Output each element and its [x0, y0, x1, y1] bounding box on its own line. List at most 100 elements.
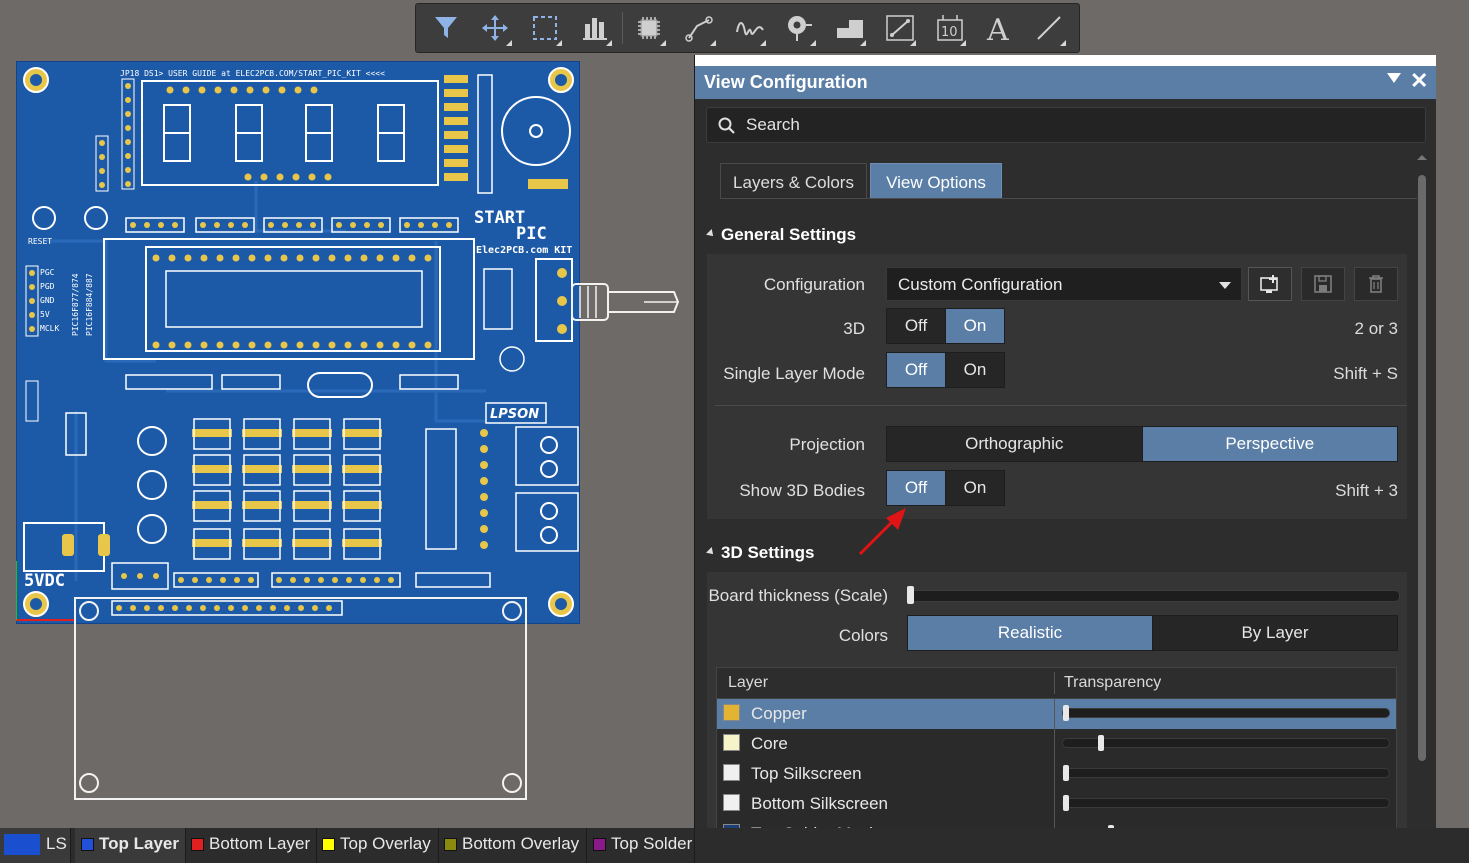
show-3d-bodies-off-option[interactable]: Off — [887, 471, 945, 505]
layer-color-swatch[interactable] — [723, 704, 740, 721]
dimension-icon[interactable] — [878, 8, 918, 48]
general-settings-header[interactable]: General Settings — [706, 225, 856, 245]
collapse-icon — [706, 228, 716, 239]
layer-name: Core — [751, 734, 788, 753]
add-config-icon — [1260, 275, 1278, 293]
component-icon[interactable] — [628, 8, 668, 48]
3d-toggle[interactable]: Off On — [886, 308, 1005, 344]
transparency-slider-thumb[interactable] — [1063, 765, 1069, 781]
3d-off-option[interactable]: Off — [887, 309, 945, 343]
single-layer-mode-toggle[interactable]: Off On — [886, 352, 1005, 388]
table-row[interactable]: Copper — [717, 699, 1396, 729]
show-3d-bodies-on-option[interactable]: On — [945, 471, 1004, 505]
close-icon[interactable]: ✕ — [1410, 68, 1428, 94]
string-number-icon[interactable]: 10 — [928, 8, 968, 48]
potentiometer-shaft — [571, 283, 680, 321]
scrollbar-thumb[interactable] — [1418, 175, 1426, 761]
perspective-option[interactable]: Perspective — [1141, 427, 1397, 461]
text-icon[interactable]: A — [978, 8, 1018, 48]
interactive-route-icon[interactable] — [728, 8, 768, 48]
add-configuration-button[interactable] — [1248, 267, 1292, 301]
svg-text:PIC16F884/887: PIC16F884/887 — [85, 273, 94, 336]
transparency-slider[interactable] — [1062, 768, 1390, 778]
layer-tab-bottom-layer[interactable]: Bottom Layer — [185, 828, 317, 863]
layer-color-swatch[interactable] — [723, 794, 740, 811]
orthographic-option[interactable]: Orthographic — [887, 427, 1142, 461]
transparency-slider-thumb[interactable] — [1063, 795, 1069, 811]
filter-icon[interactable] — [426, 8, 466, 48]
select-rect-icon[interactable] — [524, 8, 564, 48]
board-thickness-label: Board thickness (Scale) — [708, 586, 888, 605]
board-thickness-slider[interactable] — [908, 590, 1400, 602]
transparency-slider[interactable] — [1062, 708, 1390, 718]
pcb-header-text: JP18 DS1> USER GUIDE at ELEC2PCB.COM/STA… — [120, 69, 385, 78]
table-row[interactable]: Bottom Silkscreen — [717, 789, 1396, 819]
3d-settings-header[interactable]: 3D Settings — [706, 543, 815, 563]
single-layer-off-option[interactable]: Off — [887, 353, 945, 387]
ls-label: LS — [46, 834, 67, 853]
show-3d-bodies-label: Show 3D Bodies — [739, 481, 865, 500]
save-configuration-button[interactable] — [1301, 267, 1345, 301]
line-icon[interactable] — [1028, 8, 1068, 48]
table-header: Layer Transparency — [717, 668, 1396, 699]
transparency-slider[interactable] — [1062, 738, 1390, 748]
transparency-slider-thumb[interactable] — [1098, 735, 1104, 751]
tab-layers-colors[interactable]: Layers & Colors — [720, 163, 867, 199]
move-icon[interactable] — [474, 8, 514, 48]
view-configuration-panel: View Configuration ✕ Search Layers & Col… — [694, 55, 1436, 863]
lcd-mount-hole — [79, 773, 99, 793]
pcb-board[interactable]: JP18 DS1> USER GUIDE at ELEC2PCB.COM/STA… — [16, 61, 580, 624]
layer-set-button[interactable]: LS — [0, 828, 71, 863]
realistic-option[interactable]: Realistic — [908, 616, 1152, 650]
svg-text:A: A — [986, 14, 1009, 44]
layer-tab-top-layer[interactable]: Top Layer — [75, 828, 186, 863]
pcb-kit-line3: Elec2PCB.com KIT — [476, 245, 572, 256]
transparency-slider-thumb[interactable] — [1063, 705, 1069, 721]
layer-tab-bottom-overlay[interactable]: Bottom Overlay — [438, 828, 587, 863]
lcd-mount-hole — [502, 601, 522, 621]
colors-label: Colors — [838, 626, 888, 645]
transparency-column-header[interactable]: Transparency — [1064, 674, 1161, 692]
by-layer-option[interactable]: By Layer — [1152, 616, 1397, 650]
colors-toggle[interactable]: Realistic By Layer — [907, 615, 1398, 651]
align-icon[interactable] — [574, 8, 614, 48]
panel-header: View Configuration ✕ — [695, 66, 1436, 99]
layer-tab-top-solder[interactable]: Top Solder — [587, 828, 695, 863]
table-row[interactable]: Core — [717, 729, 1396, 759]
3d-shortcut-hint: 2 or 3 — [1354, 319, 1398, 338]
scroll-up-icon[interactable] — [1417, 155, 1427, 160]
route-icon[interactable] — [678, 8, 718, 48]
pcb-kit-line2: PIC — [516, 224, 547, 244]
search-input[interactable]: Search — [706, 107, 1426, 143]
board-thickness-slider-thumb[interactable] — [907, 586, 914, 604]
panel-menu-icon[interactable] — [1387, 73, 1401, 83]
region-icon[interactable] — [828, 8, 868, 48]
delete-configuration-button[interactable] — [1354, 267, 1398, 301]
panel-scrollbar[interactable] — [1417, 155, 1427, 855]
layer-name: Bottom Silkscreen — [751, 794, 888, 813]
layer-column-header[interactable]: Layer — [728, 674, 768, 692]
3d-on-option[interactable]: On — [945, 309, 1004, 343]
layer-name: Copper — [751, 704, 807, 723]
layer-tab-top-overlay[interactable]: Top Overlay — [316, 828, 439, 863]
chevron-down-icon — [1219, 282, 1231, 289]
layer-color-swatch — [593, 838, 606, 851]
projection-toggle[interactable]: Orthographic Perspective — [886, 426, 1398, 462]
show-3d-bodies-toggle[interactable]: Off On — [886, 470, 1005, 506]
current-layer-swatch — [4, 834, 40, 855]
show-3d-bodies-shortcut-hint: Shift + 3 — [1335, 481, 1398, 500]
configuration-select[interactable]: Custom Configuration — [886, 267, 1242, 301]
single-layer-on-option[interactable]: On — [945, 353, 1004, 387]
table-row[interactable]: Top Silkscreen — [717, 759, 1396, 789]
lcd-outline — [74, 597, 527, 800]
layer-tabs-bar: LS Top Layer Bottom Layer Top Overlay Bo… — [0, 828, 1469, 863]
transparency-slider[interactable] — [1062, 798, 1390, 808]
layer-color-swatch[interactable] — [723, 734, 740, 751]
panel-title: View Configuration — [704, 72, 868, 92]
svg-text:RESET: RESET — [28, 237, 52, 246]
single-layer-shortcut-hint: Shift + S — [1333, 364, 1398, 383]
layer-color-swatch — [81, 838, 94, 851]
tab-view-options[interactable]: View Options — [870, 163, 1002, 199]
via-icon[interactable] — [778, 8, 818, 48]
layer-color-swatch[interactable] — [723, 764, 740, 781]
